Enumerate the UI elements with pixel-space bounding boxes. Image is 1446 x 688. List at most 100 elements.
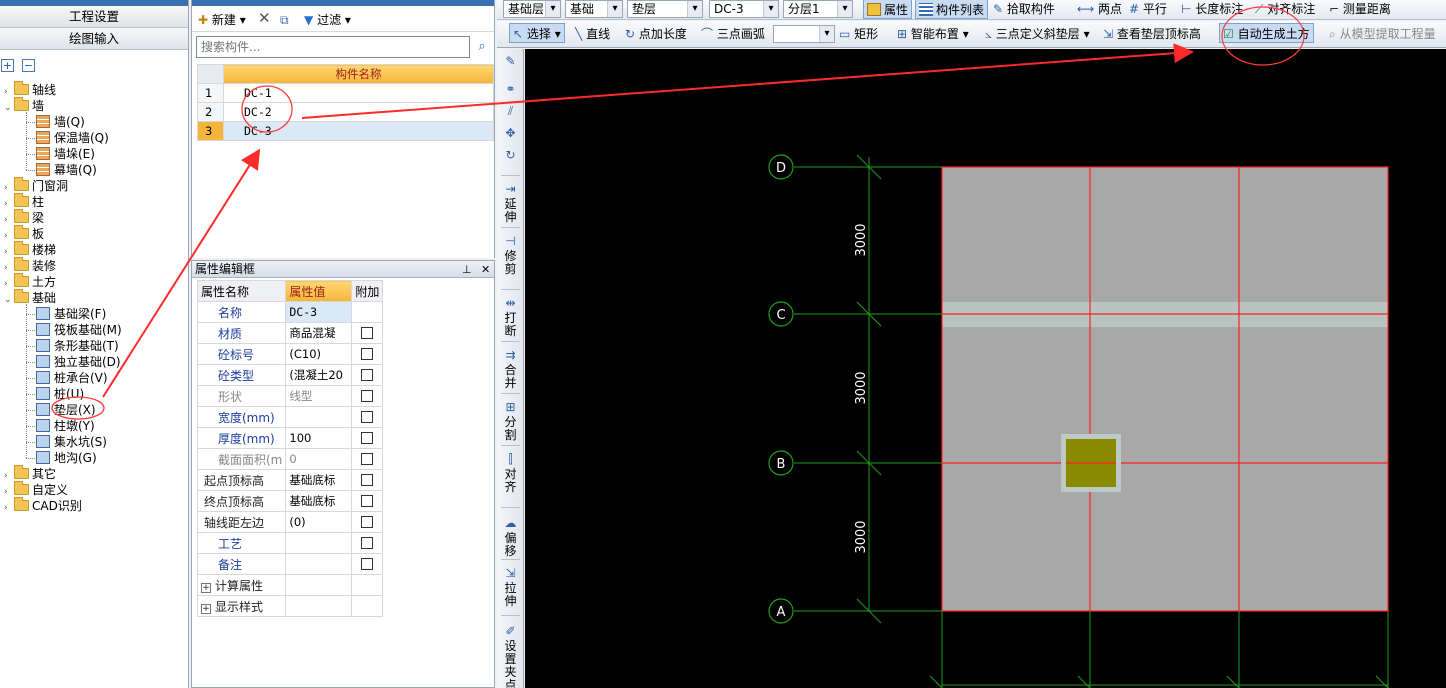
extra-checkbox[interactable] [361,348,374,360]
nav-item-cushion[interactable]: 垫层(X) [36,402,96,418]
measure-distance-button[interactable]: ⌐ 测量距离 [1329,0,1391,19]
vtool-6-button[interactable]: ⊣ 修剪 [497,235,524,276]
property-value[interactable] [285,532,353,554]
point-length-button[interactable]: ↻ 点加长度 [625,24,687,44]
nav-item-wallpier[interactable]: 墙垛(E) [36,146,95,162]
new-component-button[interactable]: ✚ 新建 ▾ [198,11,246,29]
nav-item-fbeam[interactable]: 基础梁(F) [36,306,106,322]
vtool-11-button[interactable]: ☁ 偏移 [497,517,524,558]
attributes-button[interactable]: 属性 [863,0,913,19]
property-row[interactable]: 砼类型 (混凝土20 [196,364,384,386]
three-point-slope-button[interactable]: ⦣ 三点定义斜垫层 ▾ [985,24,1090,44]
extra-checkbox[interactable] [361,432,374,444]
nav-item-isolated[interactable]: 独立基础(D) [36,354,121,370]
pick-component-button[interactable]: ✎ 拾取构件 [993,0,1055,19]
nav-item-raft[interactable]: 筏板基础(M) [36,322,122,338]
nav-item-insul[interactable]: 保温墙(Q) [36,130,109,146]
parallel-button[interactable]: # 平行 [1129,0,1167,19]
pin-icon[interactable]: ⊥ [462,261,472,278]
nav-item-stairs[interactable]: › 楼梯 [4,241,56,258]
extract-from-model-button[interactable]: ⌕ 从模型提取工程量 [1329,24,1436,44]
property-value[interactable]: (混凝土20 [285,364,353,386]
nav-item-trench[interactable]: 地沟(G) [36,450,97,466]
property-value[interactable]: (0) [285,511,353,533]
nav-item-axis[interactable]: › 轴线 [4,81,56,98]
property-value[interactable]: 100 [285,427,353,449]
expand-toggle-icon[interactable]: ⌄ [4,292,14,308]
table-row[interactable]: 2 DC-2 [197,102,494,122]
nav-item-custom[interactable]: › 自定义 [4,481,68,498]
property-row[interactable]: 起点顶标高 基础底标 [196,469,384,491]
component-name-cell[interactable]: DC-1 [223,83,494,103]
close-icon[interactable]: ✕ [481,261,490,278]
vtool-3-button[interactable]: ✥ [497,127,524,142]
vtool-1-button[interactable]: ⚭ [497,83,524,98]
component-search-input[interactable] [196,36,470,58]
nav-item-wall[interactable]: ⌄ 墙 [4,97,44,114]
drawing-input-button[interactable]: 绘图输入 [0,28,188,50]
property-row[interactable]: 材质 商品混凝 [196,322,384,344]
vtool-0-button[interactable]: ✎ [497,55,524,70]
property-value[interactable]: 基础底标 [285,469,353,491]
table-row[interactable]: 1 DC-1 [197,83,494,103]
nav-item-strip[interactable]: 条形基础(T) [36,338,119,354]
nav-item-column[interactable]: › 柱 [4,193,44,210]
property-row[interactable]: 宽度(mm) [196,406,384,428]
vtool-2-button[interactable]: ⫽ [497,105,524,120]
property-row[interactable]: 厚度(mm) 100 [196,427,384,449]
display-style-group[interactable]: + 显示样式 [196,595,384,617]
nav-item-pile[interactable]: 桩(U) [36,386,84,402]
extra-checkbox[interactable] [361,474,374,486]
extra-checkbox[interactable] [361,327,374,339]
component-name-cell[interactable]: DC-2 [223,102,494,122]
property-value[interactable]: 0 [285,448,353,470]
property-value[interactable]: 基础底标 [285,490,353,512]
vtool-13-button[interactable]: ✐ 设置夹点 [497,625,524,688]
nav-item-wall-q[interactable]: 墙(Q) [36,114,85,130]
select-button[interactable]: ↖ 选择 ▾ [509,23,565,43]
vtool-7-button[interactable]: ⇹ 打断 [497,297,524,338]
drawing-canvas[interactable]: D C B A 3000 3000 3000 [525,49,1446,688]
nav-item-cad[interactable]: › CAD识别 [4,497,82,516]
extra-checkbox[interactable] [361,411,374,423]
display-style-group-label[interactable]: + 显示样式 [196,595,287,617]
property-row[interactable]: 工艺 [196,532,384,554]
property-row[interactable]: 终点顶标高 基础底标 [196,490,384,512]
component-list-button[interactable]: 构件列表 [915,0,989,19]
copy-icon[interactable]: ⧉ [280,11,289,29]
expand-all-icon[interactable]: + [1,59,14,72]
vtool-12-button[interactable]: ⇲ 拉伸 [497,567,524,608]
property-row[interactable]: 砼标号 (C10) [196,343,384,365]
category-select[interactable]: 基础 [565,0,623,18]
expand-icon[interactable]: + [201,603,211,614]
vtool-8-button[interactable]: ⇉ 合并 [497,349,524,390]
property-value[interactable]: 线型 [285,385,353,407]
component-select[interactable]: DC-3 [709,0,779,18]
calc-properties-group[interactable]: + 计算属性 [196,574,384,596]
arc-mode-select[interactable] [773,25,835,43]
vtool-9-button[interactable]: ⊞ 分割 [497,401,524,442]
vtool-10-button[interactable]: ⫿ 对齐 [497,453,524,494]
align-dimension-button[interactable]: ⟋ 对齐标注 [1255,0,1315,19]
nav-item-sump[interactable]: 集水坑(S) [36,434,107,450]
extra-checkbox[interactable] [361,495,374,507]
filter-button[interactable]: ▼ 过滤 ▾ [304,11,351,29]
extra-checkbox[interactable] [361,537,374,549]
three-point-arc-button[interactable]: ⌒ 三点画弧 [701,24,765,44]
extra-checkbox[interactable] [361,453,374,465]
nav-item-slab[interactable]: › 板 [4,225,44,242]
property-value[interactable]: 商品混凝 [285,322,353,344]
property-row[interactable]: 截面面积(m 0 [196,448,384,470]
property-value[interactable] [285,553,353,575]
property-value[interactable]: DC-3 [285,301,353,323]
property-row[interactable]: 名称 DC-3 [196,301,384,323]
project-settings-button[interactable]: 工程设置 [0,6,188,28]
property-value[interactable]: (C10) [285,343,353,365]
vtool-5-button[interactable]: ⇥ 延伸 [497,183,524,224]
expand-toggle-icon[interactable]: › [4,500,14,516]
type-select[interactable]: 垫层 [627,0,703,18]
length-dimension-button[interactable]: ⊢ 长度标注 [1181,0,1243,19]
calc-properties-group-label[interactable]: + 计算属性 [196,574,287,596]
view-top-elevation-button[interactable]: ⇲ 查看垫层顶标高 [1103,24,1201,44]
rectangle-button[interactable]: ▭ 矩形 [839,24,878,44]
